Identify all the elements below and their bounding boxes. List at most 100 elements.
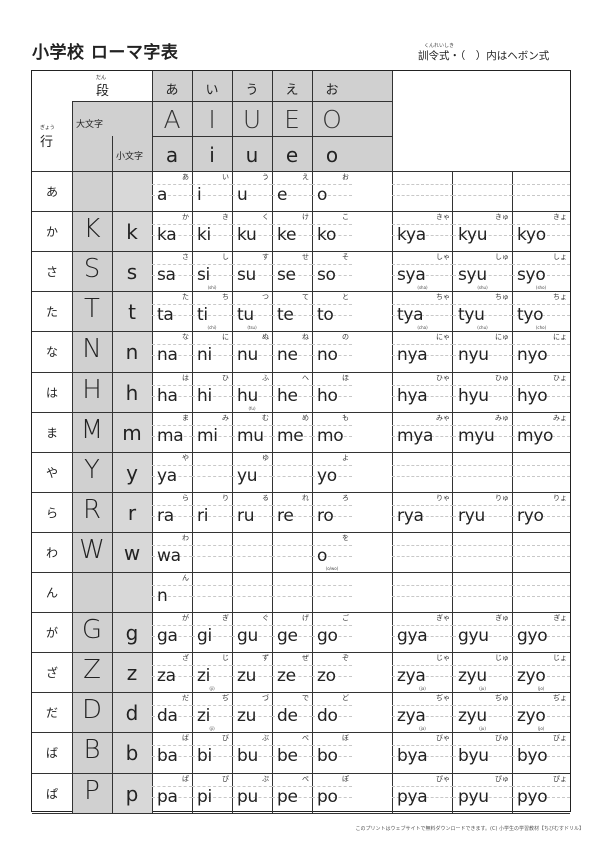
kana-ruby: あ <box>182 173 189 181</box>
romaji-cell: ちゅ tyu (chu) <box>453 291 512 331</box>
romaji-text: hya <box>397 385 428 406</box>
row-lower: t <box>128 300 136 325</box>
row-lower: y <box>126 460 138 485</box>
kana-ruby: き <box>222 213 229 222</box>
header-upper: I <box>208 105 216 134</box>
romaji-cell: だ da <box>152 692 192 732</box>
kana-ruby: ぴょ <box>553 774 567 783</box>
romaji-cell: ぎゅ gyu <box>453 612 512 652</box>
kana-ruby: りゃ <box>436 493 450 502</box>
romaji-text: so <box>317 265 336 286</box>
romaji-cell: び bi <box>192 732 232 772</box>
romaji-table: だん段ぎょう行大文字 小文字あ Aa い Ii う Uu え Ee お Oo ああ a い i う u え e お o か… <box>31 70 571 814</box>
hepburn-note: (o/wo) <box>325 565 339 571</box>
kana-ruby: ちょ <box>553 293 567 302</box>
romaji-text: ra <box>157 505 174 526</box>
romaji-text: ga <box>157 626 178 647</box>
kana-ruby: しゃ <box>436 253 450 262</box>
romaji-text: pyo <box>517 786 548 807</box>
guide-line <box>272 475 312 477</box>
romaji-text: hyu <box>458 385 489 406</box>
romaji-text: ri <box>197 505 209 526</box>
romaji-text: za <box>157 666 176 687</box>
guide-line <box>453 184 512 185</box>
hepburn-note: (ja) <box>419 686 426 692</box>
kana-ruby: ま <box>182 413 189 422</box>
romaji-text: ma <box>157 425 184 446</box>
romaji-text: ya <box>157 465 177 486</box>
romaji-cell: み mi <box>192 412 232 452</box>
romaji-cell: ぺ pe <box>272 773 312 813</box>
romaji-text: bu <box>237 746 258 767</box>
row-label: ら <box>45 505 58 520</box>
row-lower: w <box>123 540 141 565</box>
kana-ruby: にょ <box>553 333 567 342</box>
kana-ruby: ひゅ <box>495 373 509 382</box>
romaji-text: gi <box>197 626 212 647</box>
kana-ruby: にゃ <box>436 333 450 342</box>
romaji-cell: ほ ho <box>312 372 352 412</box>
page-title: 小学校 ローマ字表 <box>32 43 179 63</box>
row-upper: M <box>80 414 104 445</box>
header-lower: u <box>245 143 259 167</box>
kana-ruby: じゃ <box>436 654 450 663</box>
row-label: な <box>45 345 58 360</box>
hepburn-note: (jo) <box>537 686 545 692</box>
guide-line <box>512 555 570 557</box>
kana-ruby: にゅ <box>495 333 509 342</box>
romaji-text: zo <box>317 666 336 687</box>
subtitle: 訓令式・（ ）内はヘボン式 <box>418 50 550 62</box>
romaji-text: na <box>157 345 178 366</box>
guide-line <box>192 555 232 557</box>
romaji-text: mi <box>197 425 218 446</box>
header-upper: O <box>322 105 342 134</box>
row-lower: n <box>125 340 139 365</box>
romaji-cell <box>232 572 272 612</box>
romaji-cell <box>192 572 232 612</box>
romaji-text: yu <box>237 465 258 486</box>
footer-note: このプリントはウェブサイトで無料ダウンロードできます。(C) 小学生の学習教材【… <box>355 826 585 832</box>
romaji-text: mya <box>397 425 434 446</box>
romaji-text: bi <box>197 746 212 767</box>
romaji-cell: おo <box>312 171 352 211</box>
kana-ruby: ぬ <box>262 333 269 342</box>
romaji-text: he <box>277 385 298 406</box>
row-label: か <box>45 225 58 240</box>
row-upper: H <box>82 374 102 405</box>
romaji-text: n <box>157 586 168 606</box>
kana-ruby: じょ <box>553 654 567 663</box>
row-lower: k <box>126 220 138 245</box>
kana-ruby: お <box>342 173 349 181</box>
kana-ruby: ず <box>262 654 269 663</box>
romaji-cell: そ so <box>312 251 352 291</box>
romaji-cell: ご go <box>312 612 352 652</box>
guide-line <box>272 596 312 597</box>
romaji-text: ro <box>317 505 334 526</box>
romaji-cell: さ sa <box>152 251 192 291</box>
kana-ruby: ひょ <box>553 373 567 382</box>
romaji-cell: ど do <box>312 692 352 732</box>
row-upper: S <box>83 254 101 285</box>
romaji-text: zi <box>197 666 211 687</box>
romaji-text: pyu <box>458 786 489 807</box>
kana-ruby: きゃ <box>436 213 450 222</box>
kana-ruby: びゅ <box>495 734 509 743</box>
row-label: わ <box>45 545 58 560</box>
romaji-cell: ぱ pa <box>152 773 192 813</box>
hepburn-note: (ja) <box>419 726 426 732</box>
romaji-cell: よ yo <box>312 452 352 492</box>
header-upper: E <box>284 105 300 134</box>
romaji-cell: みょ myo <box>512 412 570 452</box>
kana-ruby: りゅ <box>495 493 509 502</box>
kana-ruby: わ <box>182 533 189 542</box>
kana-ruby: に <box>222 333 229 342</box>
guide-line <box>512 475 570 477</box>
kana-ruby: みゅ <box>495 413 509 422</box>
romaji-cell: ぽ po <box>312 773 352 813</box>
guide-line <box>453 585 512 586</box>
kana-ruby: じ <box>222 654 229 663</box>
romaji-cell: きゅ kyu <box>453 211 512 251</box>
romaji-text: gu <box>237 626 258 647</box>
romaji-text: nu <box>237 345 258 366</box>
row-upper: W <box>79 534 105 565</box>
